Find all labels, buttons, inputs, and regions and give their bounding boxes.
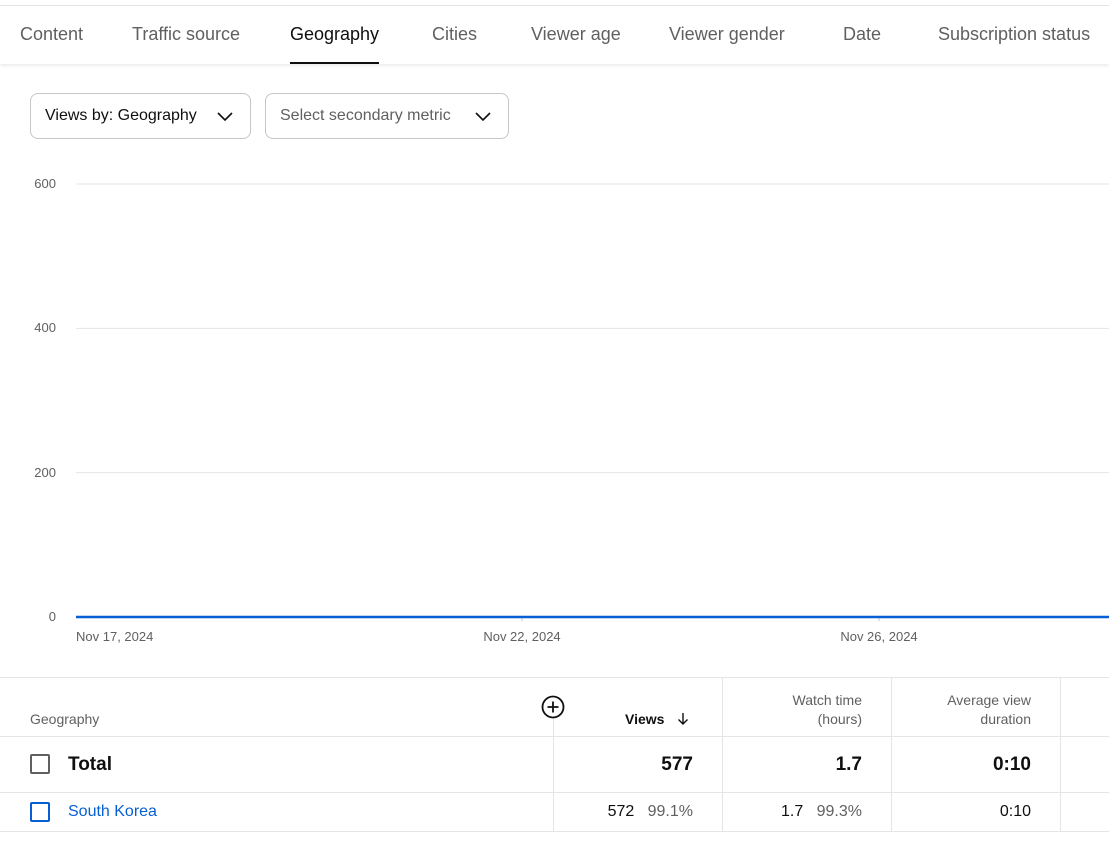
tab-label: Geography (290, 24, 380, 44)
chart-gridlines (76, 183, 1109, 618)
total-row-checkbox[interactable] (30, 754, 50, 774)
column-divider (722, 677, 723, 831)
tab-label: Traffic source (132, 24, 241, 44)
south-korea-link[interactable]: South Korea (68, 803, 157, 821)
views-header-label: Views (625, 711, 665, 727)
tab-traffic-source[interactable]: Traffic source (132, 6, 240, 64)
tab-label: Subscription status (938, 24, 1091, 44)
tab-content[interactable]: Content (20, 6, 83, 64)
secondary-metric-dropdown[interactable]: Select secondary metric (265, 93, 509, 139)
x-tick-label: Nov 26, 2024 (840, 629, 917, 644)
views-percent: 99.1% (647, 803, 693, 820)
total-views: 577 (661, 754, 693, 775)
primary-metric-dropdown[interactable]: Views by: Geography (30, 93, 251, 139)
watch-time-column-header[interactable]: Watch time (hours) (730, 691, 863, 729)
header-line: (hours) (817, 711, 862, 727)
x-tick-label: Nov 22, 2024 (483, 629, 560, 644)
avg-view-duration-column-header[interactable]: Average view duration (899, 691, 1031, 729)
total-avg-duration: 0:10 (992, 754, 1031, 775)
tab-label: Content (20, 24, 84, 44)
views-cell: 572 99.1% (560, 803, 693, 821)
chevron-down-icon (475, 112, 491, 122)
tab-label: Cities (432, 24, 478, 44)
table-divider (0, 792, 1109, 793)
geography-column-header: Geography (30, 711, 100, 727)
y-tick-label: 400 (34, 320, 56, 335)
south-korea-row-checkbox[interactable] (30, 802, 50, 822)
tab-viewer-age[interactable]: Viewer age (531, 6, 621, 64)
views-line-chart: 600 400 200 0 Nov 17, 2024 Nov 22, 2024 … (34, 176, 1109, 644)
tab-label: Date (843, 24, 882, 44)
table-divider (0, 831, 1109, 832)
watch-time-cell: 1.7 99.3% (730, 803, 862, 821)
active-tab-indicator (290, 62, 380, 64)
tab-label: Viewer age (531, 24, 621, 44)
analytics-tab-bar: Content Traffic source Geography Cities … (0, 5, 1109, 64)
total-watch-time: 1.7 (835, 754, 862, 775)
views-value: 572 (607, 803, 635, 820)
add-metric-plus-icon[interactable] (541, 695, 565, 719)
column-divider (1060, 677, 1061, 831)
y-axis-ticks: 600 400 200 0 (34, 176, 56, 624)
table-divider (0, 736, 1109, 737)
watch-time-percent: 99.3% (816, 803, 862, 820)
views-column-header[interactable]: Views (625, 711, 690, 727)
header-line: duration (980, 711, 1031, 727)
y-tick-label: 0 (49, 609, 56, 624)
y-tick-label: 200 (34, 465, 56, 480)
x-tick-label: Nov 17, 2024 (76, 629, 153, 644)
header-line: Watch time (792, 692, 863, 708)
sort-descending-arrow-icon (678, 713, 689, 725)
secondary-metric-placeholder: Select secondary metric (280, 107, 451, 124)
avg-duration-cell: 0:10 (999, 803, 1031, 820)
tab-date[interactable]: Date (843, 6, 881, 64)
primary-metric-label: Views by: Geography (45, 107, 197, 124)
y-tick-label: 600 (34, 176, 56, 191)
column-divider (553, 717, 554, 831)
chevron-down-icon (217, 112, 233, 122)
watch-time-value: 1.7 (781, 803, 804, 820)
header-line: Average view (947, 692, 1031, 708)
x-axis-ticks: Nov 17, 2024 Nov 22, 2024 Nov 26, 2024 (76, 616, 918, 644)
tab-label: Viewer gender (669, 24, 785, 44)
tab-viewer-gender[interactable]: Viewer gender (669, 6, 785, 64)
tab-subscription-status[interactable]: Subscription status (938, 6, 1090, 64)
column-divider (891, 677, 892, 831)
tab-geography[interactable]: Geography (290, 6, 380, 64)
total-label: Total (68, 754, 112, 775)
tab-cities[interactable]: Cities (432, 6, 477, 64)
table-divider (0, 677, 1109, 678)
